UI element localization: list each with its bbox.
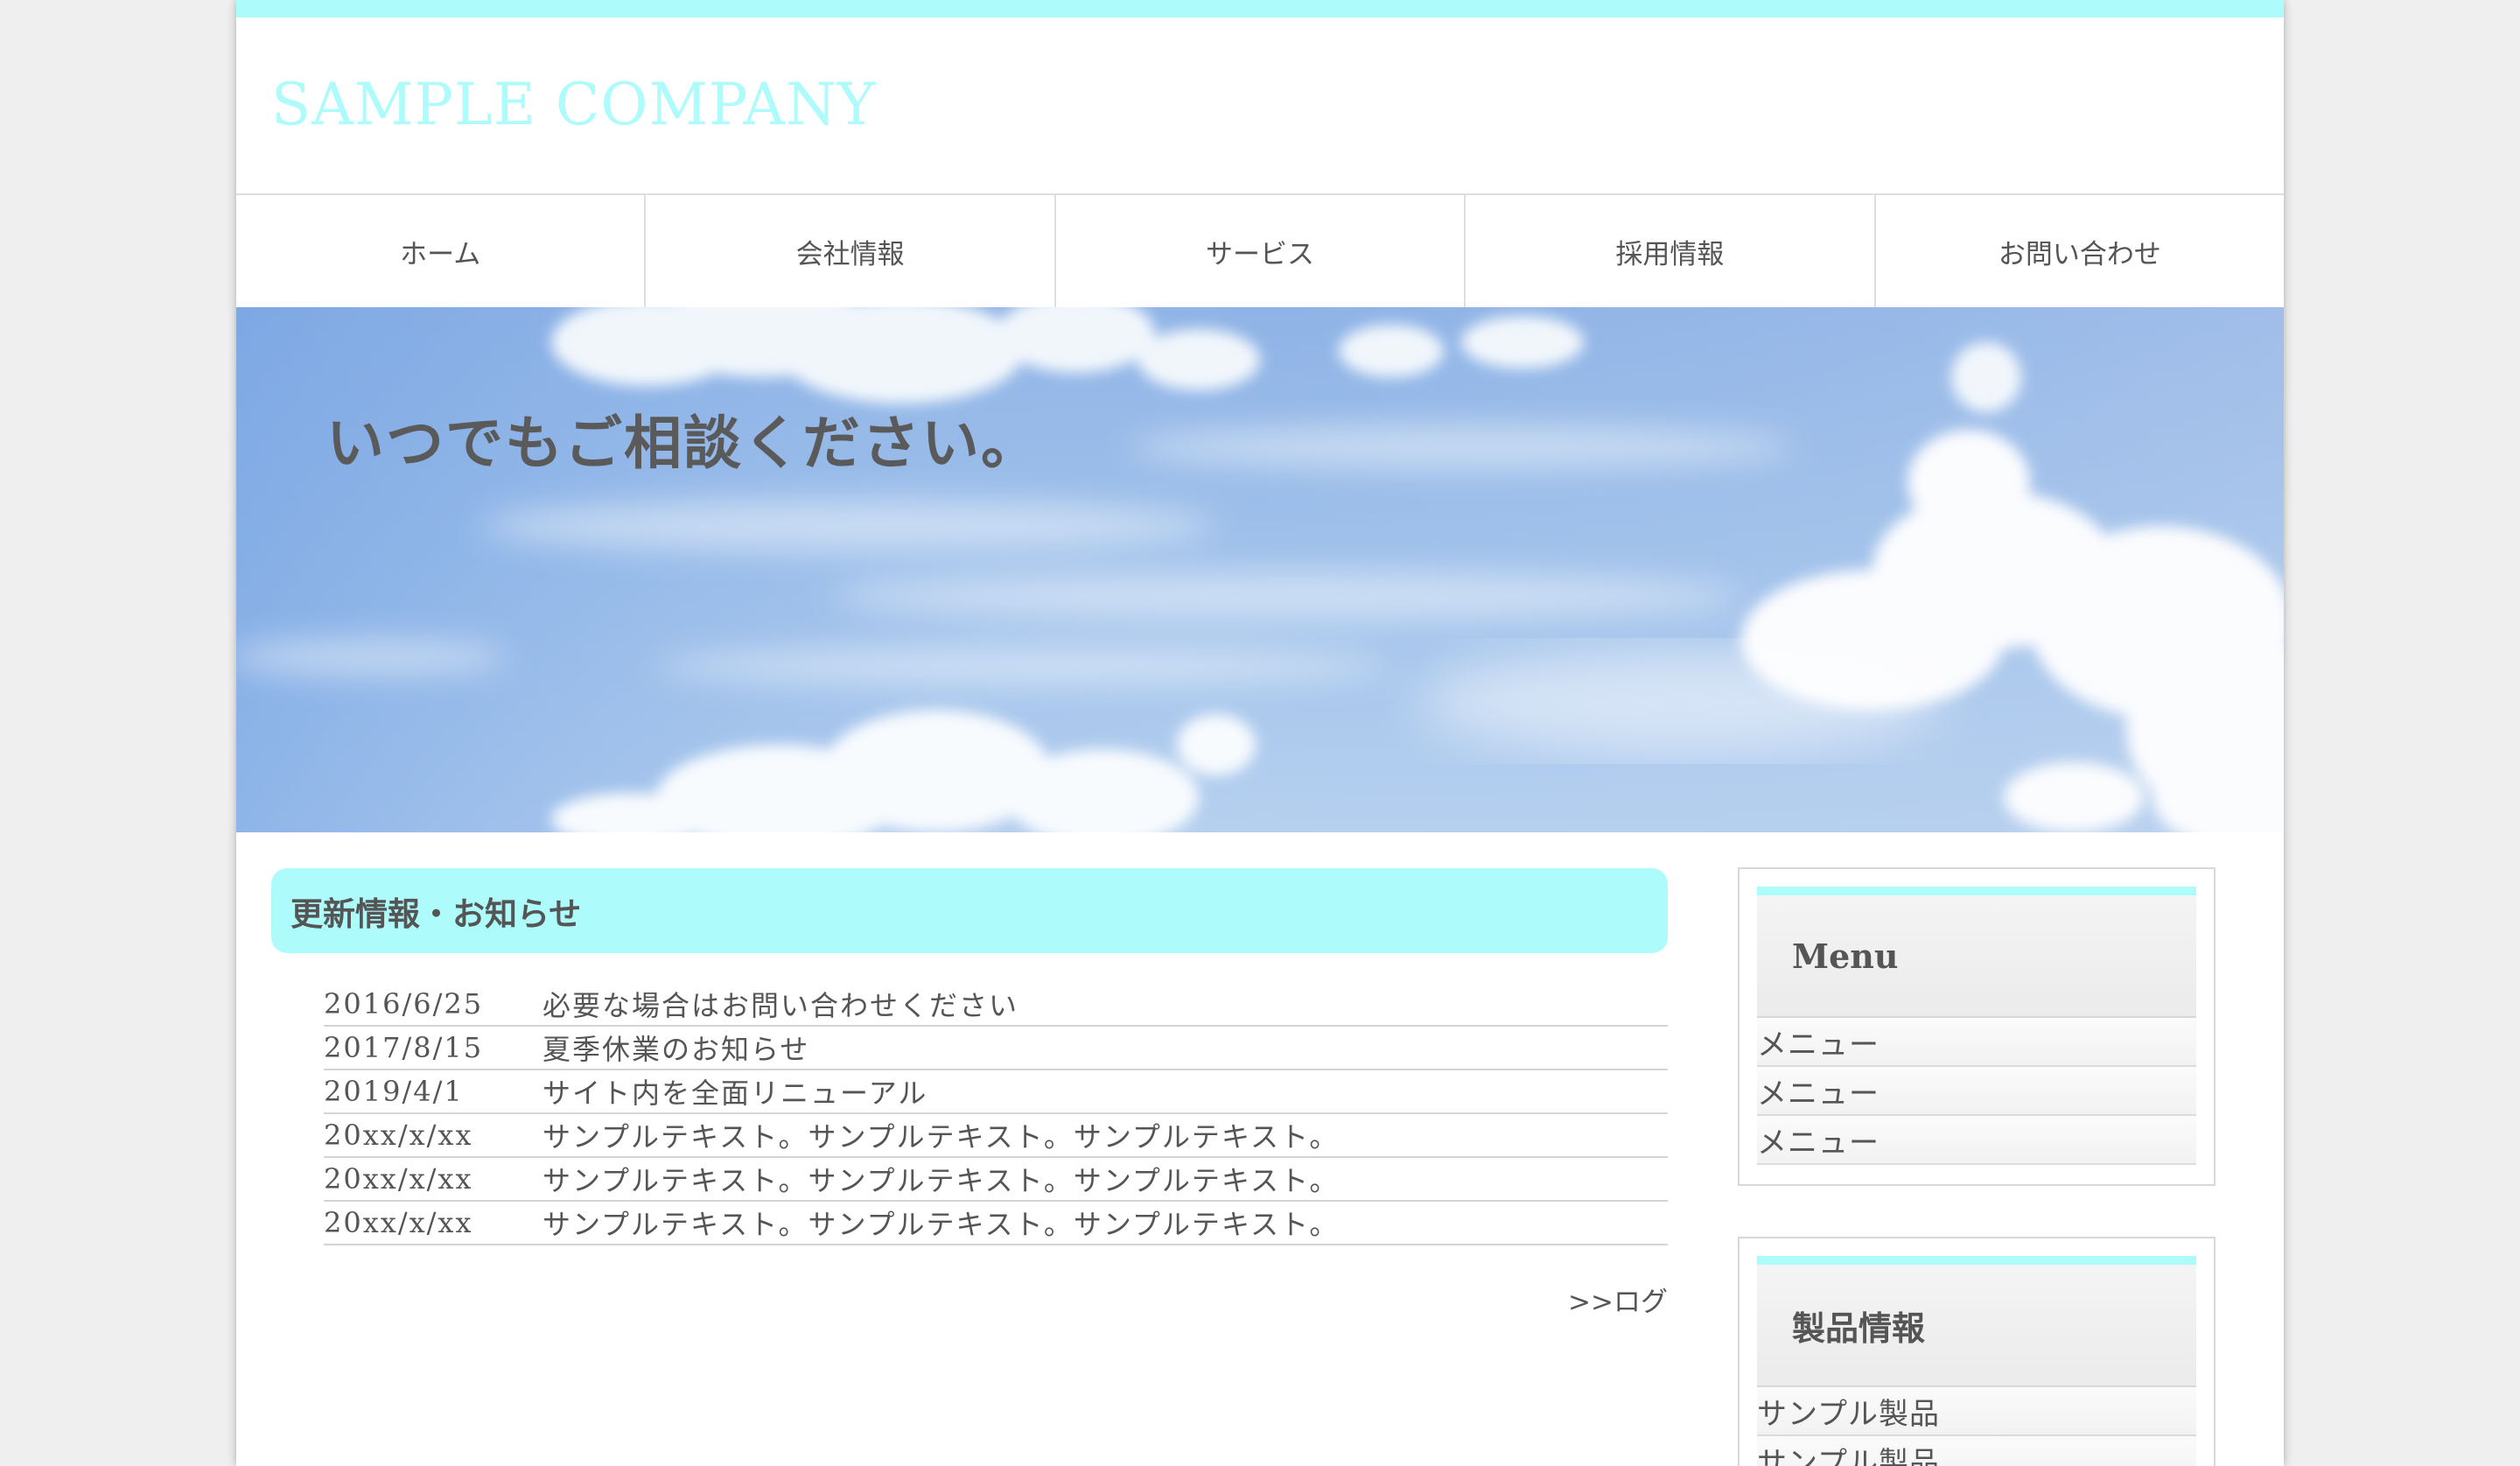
nav-item-home[interactable]: ホーム [236,195,644,307]
news-heading: 更新情報・お知らせ [271,868,1668,953]
sidebar-menu-title: Menu [1757,887,2196,1018]
news-text: サンプルテキスト。サンプルテキスト。サンプルテキスト。 [542,1120,1340,1154]
news-row[interactable]: 2019/4/1 サイト内を全面リニューアル [324,1070,1668,1114]
news-row[interactable]: 20xx/x/xx サンプルテキスト。サンプルテキスト。サンプルテキスト。 [324,1202,1668,1245]
news-list: 2016/6/25 必要な場合はお問い合わせください 2017/8/15 夏季休… [324,983,1668,1245]
news-date: 2017/8/15 [324,1031,484,1064]
sidebar-menu-item[interactable]: メニュー [1757,1018,2196,1067]
news-row[interactable]: 20xx/x/xx サンプルテキスト。サンプルテキスト。サンプルテキスト。 [324,1158,1668,1202]
news-row[interactable]: 20xx/x/xx サンプルテキスト。サンプルテキスト。サンプルテキスト。 [324,1114,1668,1158]
news-row[interactable]: 2016/6/25 必要な場合はお問い合わせください [324,983,1668,1027]
header-accent-bar [236,0,2284,18]
news-row[interactable]: 2017/8/15 夏季休業のお知らせ [324,1027,1668,1070]
sidebar-menu-box: Menu メニュー メニュー メニュー [1738,867,2216,1186]
news-date: 20xx/x/xx [324,1206,473,1239]
sidebar-products-box: 製品情報 サンプル製品 サンプル製品 [1738,1237,2216,1466]
sidebar-product-item[interactable]: サンプル製品 [1757,1387,2196,1436]
news-section: 更新情報・お知らせ 2016/6/25 必要な場合はお問い合わせください 201… [271,868,1668,1318]
news-text: サンプルテキスト。サンプルテキスト。サンプルテキスト。 [542,1164,1340,1197]
news-text: サイト内を全面リニューアル [542,1077,928,1110]
sidebar-products-title: 製品情報 [1757,1256,2196,1387]
nav-item-recruit[interactable]: 採用情報 [1464,195,1873,307]
hero-banner: いつでもご相談ください。 [236,307,2284,832]
news-text: 必要な場合はお問い合わせください [542,989,1019,1022]
news-text: サンプルテキスト。サンプルテキスト。サンプルテキスト。 [542,1208,1340,1241]
news-text: 夏季休業のお知らせ [542,1033,810,1066]
sky-clouds-image [236,307,2284,832]
sidebar-product-item[interactable]: サンプル製品 [1757,1436,2196,1466]
global-nav: ホーム 会社情報 サービス 採用情報 お問い合わせ [236,193,2284,307]
page-container: SAMPLE COMPANY ホーム 会社情報 サービス 採用情報 お問い合わせ [236,0,2284,1466]
news-log-link[interactable]: >>ログ [1568,1280,1668,1319]
sidebar-menu-item[interactable]: メニュー [1757,1067,2196,1116]
site-logo[interactable]: SAMPLE COMPANY [271,70,876,140]
sidebar-menu-item[interactable]: メニュー [1757,1116,2196,1165]
news-date: 20xx/x/xx [324,1119,473,1152]
hero-headline: いつでもご相談ください。 [326,409,1040,477]
nav-item-contact[interactable]: お問い合わせ [1873,195,2284,307]
nav-item-service[interactable]: サービス [1054,195,1464,307]
news-date: 20xx/x/xx [324,1162,473,1196]
news-date: 2016/6/25 [324,987,484,1021]
news-date: 2019/4/1 [324,1075,464,1108]
nav-item-company[interactable]: 会社情報 [644,195,1054,307]
